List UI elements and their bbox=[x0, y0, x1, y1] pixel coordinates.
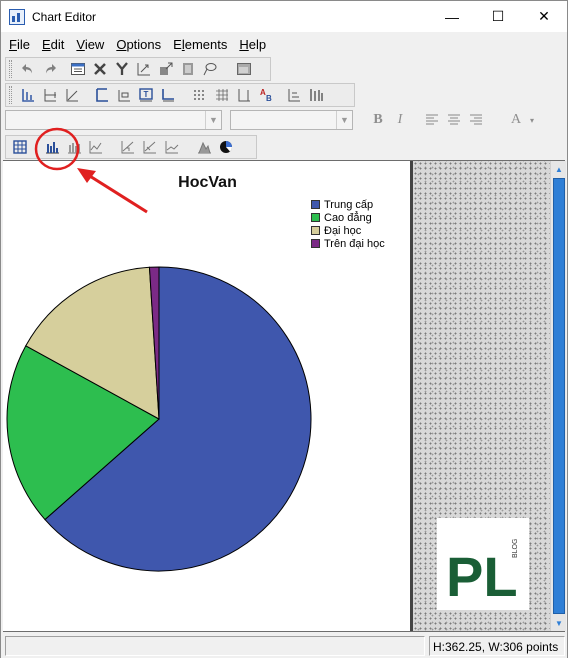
toolbar-grip[interactable] bbox=[9, 60, 12, 78]
align-left-icon[interactable] bbox=[421, 110, 443, 130]
svg-text:BLOG: BLOG bbox=[512, 539, 519, 558]
window-controls: — ☐ ✕ bbox=[429, 1, 567, 32]
menu-elements[interactable]: Elements bbox=[167, 37, 233, 52]
bar-chart-icon[interactable] bbox=[41, 137, 63, 157]
legend-label: Đại học bbox=[324, 224, 362, 237]
fit-line-icon[interactable] bbox=[161, 137, 183, 157]
chart-editor-app-icon bbox=[9, 8, 25, 25]
reference-line-icon[interactable] bbox=[61, 85, 83, 105]
menu-view[interactable]: View bbox=[70, 37, 110, 52]
minimize-button[interactable]: — bbox=[429, 1, 475, 32]
drop-line-icon[interactable] bbox=[233, 85, 255, 105]
svg-text:PL: PL bbox=[446, 545, 518, 608]
legend-item[interactable]: Đại học bbox=[311, 224, 385, 237]
status-bar: H:362.25, W:306 points bbox=[1, 634, 567, 658]
legend-swatch bbox=[311, 226, 320, 235]
legend-label: Trên đại học bbox=[324, 237, 385, 250]
status-dimensions: H:362.25, W:306 points bbox=[429, 636, 565, 656]
svg-text:B: B bbox=[266, 94, 272, 103]
legend-item[interactable]: Trên đại học bbox=[311, 237, 385, 250]
lasso-icon[interactable] bbox=[199, 59, 221, 79]
scatter-chart-icon[interactable] bbox=[139, 137, 161, 157]
title-bar: Chart Editor — ☐ ✕ bbox=[1, 1, 567, 32]
scroll-down-icon[interactable]: ▼ bbox=[551, 615, 567, 631]
bar-labels-icon[interactable] bbox=[283, 85, 305, 105]
pie-chart-icon[interactable] bbox=[215, 137, 237, 157]
maximize-button[interactable]: ☐ bbox=[475, 1, 521, 32]
toolbar-chart-types bbox=[5, 134, 257, 160]
italic-button[interactable]: I bbox=[389, 110, 411, 130]
chart-legend[interactable]: Trung cấp Cao đẳng Đại học Trên đại học bbox=[311, 198, 385, 250]
menu-file[interactable]: File bbox=[3, 37, 36, 52]
menu-help[interactable]: Help bbox=[233, 37, 272, 52]
font-size-combo[interactable]: ▼ bbox=[230, 110, 353, 130]
toolbar-row-2: T AB bbox=[5, 82, 355, 108]
area-chart-icon[interactable] bbox=[117, 137, 139, 157]
toolbar-grip[interactable] bbox=[9, 86, 12, 104]
redo-icon[interactable] bbox=[39, 59, 61, 79]
delete-x-icon[interactable] bbox=[89, 59, 111, 79]
legend-label: Cao đẳng bbox=[324, 211, 372, 224]
grid-lines-icon[interactable] bbox=[211, 85, 233, 105]
format-toolbar: ▼ ▼ B I A ▾ bbox=[1, 108, 567, 132]
chevron-down-icon[interactable]: ▼ bbox=[336, 111, 352, 129]
columns-icon[interactable] bbox=[305, 85, 327, 105]
footnote-icon[interactable] bbox=[157, 85, 179, 105]
legend-swatch bbox=[311, 200, 320, 209]
histogram-icon[interactable] bbox=[193, 137, 215, 157]
undo-icon[interactable] bbox=[17, 59, 39, 79]
line-chart-icon[interactable] bbox=[85, 137, 107, 157]
chart-title[interactable]: HocVan bbox=[1, 174, 414, 192]
frame-icon[interactable] bbox=[177, 59, 199, 79]
font-family-combo[interactable]: ▼ bbox=[5, 110, 222, 130]
legend-swatch bbox=[311, 239, 320, 248]
legend-swatch bbox=[311, 213, 320, 222]
align-center-icon[interactable] bbox=[443, 110, 465, 130]
legend-item[interactable]: Trung cấp bbox=[311, 198, 385, 211]
svg-text:T: T bbox=[144, 90, 149, 99]
menu-options[interactable]: Options bbox=[110, 37, 167, 52]
resize-icon[interactable] bbox=[155, 59, 177, 79]
y-axis-icon[interactable] bbox=[111, 59, 133, 79]
bar-3d-chart-icon[interactable] bbox=[63, 137, 85, 157]
error-bar-icon[interactable] bbox=[39, 85, 61, 105]
text-color-button[interactable]: A bbox=[505, 110, 527, 130]
menu-bar: File Edit View Options Elements Help bbox=[1, 33, 567, 55]
chart-editor-window: Chart Editor — ☐ ✕ File Edit View Options El… bbox=[0, 0, 568, 658]
chevron-down-icon[interactable]: ▼ bbox=[205, 111, 221, 129]
grid-dots-icon[interactable] bbox=[189, 85, 211, 105]
data-table-icon[interactable] bbox=[9, 137, 31, 157]
chevron-down-icon[interactable]: ▾ bbox=[527, 110, 537, 130]
scale-axis-icon[interactable] bbox=[133, 59, 155, 79]
align-right-icon[interactable] bbox=[465, 110, 487, 130]
title-icon[interactable]: T bbox=[135, 85, 157, 105]
axis-bars-icon[interactable] bbox=[17, 85, 39, 105]
toolbar-edit-group bbox=[5, 57, 271, 81]
toolbar-row-1 bbox=[5, 56, 271, 82]
scroll-up-icon[interactable]: ▲ bbox=[551, 161, 567, 177]
close-button[interactable]: ✕ bbox=[521, 1, 567, 32]
pl-blog-logo: PL BLOG bbox=[437, 518, 529, 610]
chart-window-icon[interactable] bbox=[233, 59, 255, 79]
properties-icon[interactable] bbox=[67, 59, 89, 79]
legend-item[interactable]: Cao đẳng bbox=[311, 211, 385, 224]
pie-chart[interactable] bbox=[1, 261, 321, 581]
frame-inner-icon[interactable] bbox=[91, 85, 113, 105]
window-title: Chart Editor bbox=[32, 9, 97, 24]
label-ab-icon[interactable]: AB bbox=[255, 85, 277, 105]
status-message bbox=[5, 636, 425, 656]
vertical-scrollbar[interactable]: ▲ ▼ bbox=[550, 161, 566, 631]
scrollbar-thumb[interactable] bbox=[553, 178, 565, 614]
bold-button[interactable]: B bbox=[367, 110, 389, 130]
legend-label: Trung cấp bbox=[324, 198, 374, 211]
chart-type-group bbox=[5, 135, 257, 159]
menu-edit[interactable]: Edit bbox=[36, 37, 70, 52]
toolbar-layout-group: T AB bbox=[5, 83, 355, 107]
legend-frame-icon[interactable] bbox=[113, 85, 135, 105]
